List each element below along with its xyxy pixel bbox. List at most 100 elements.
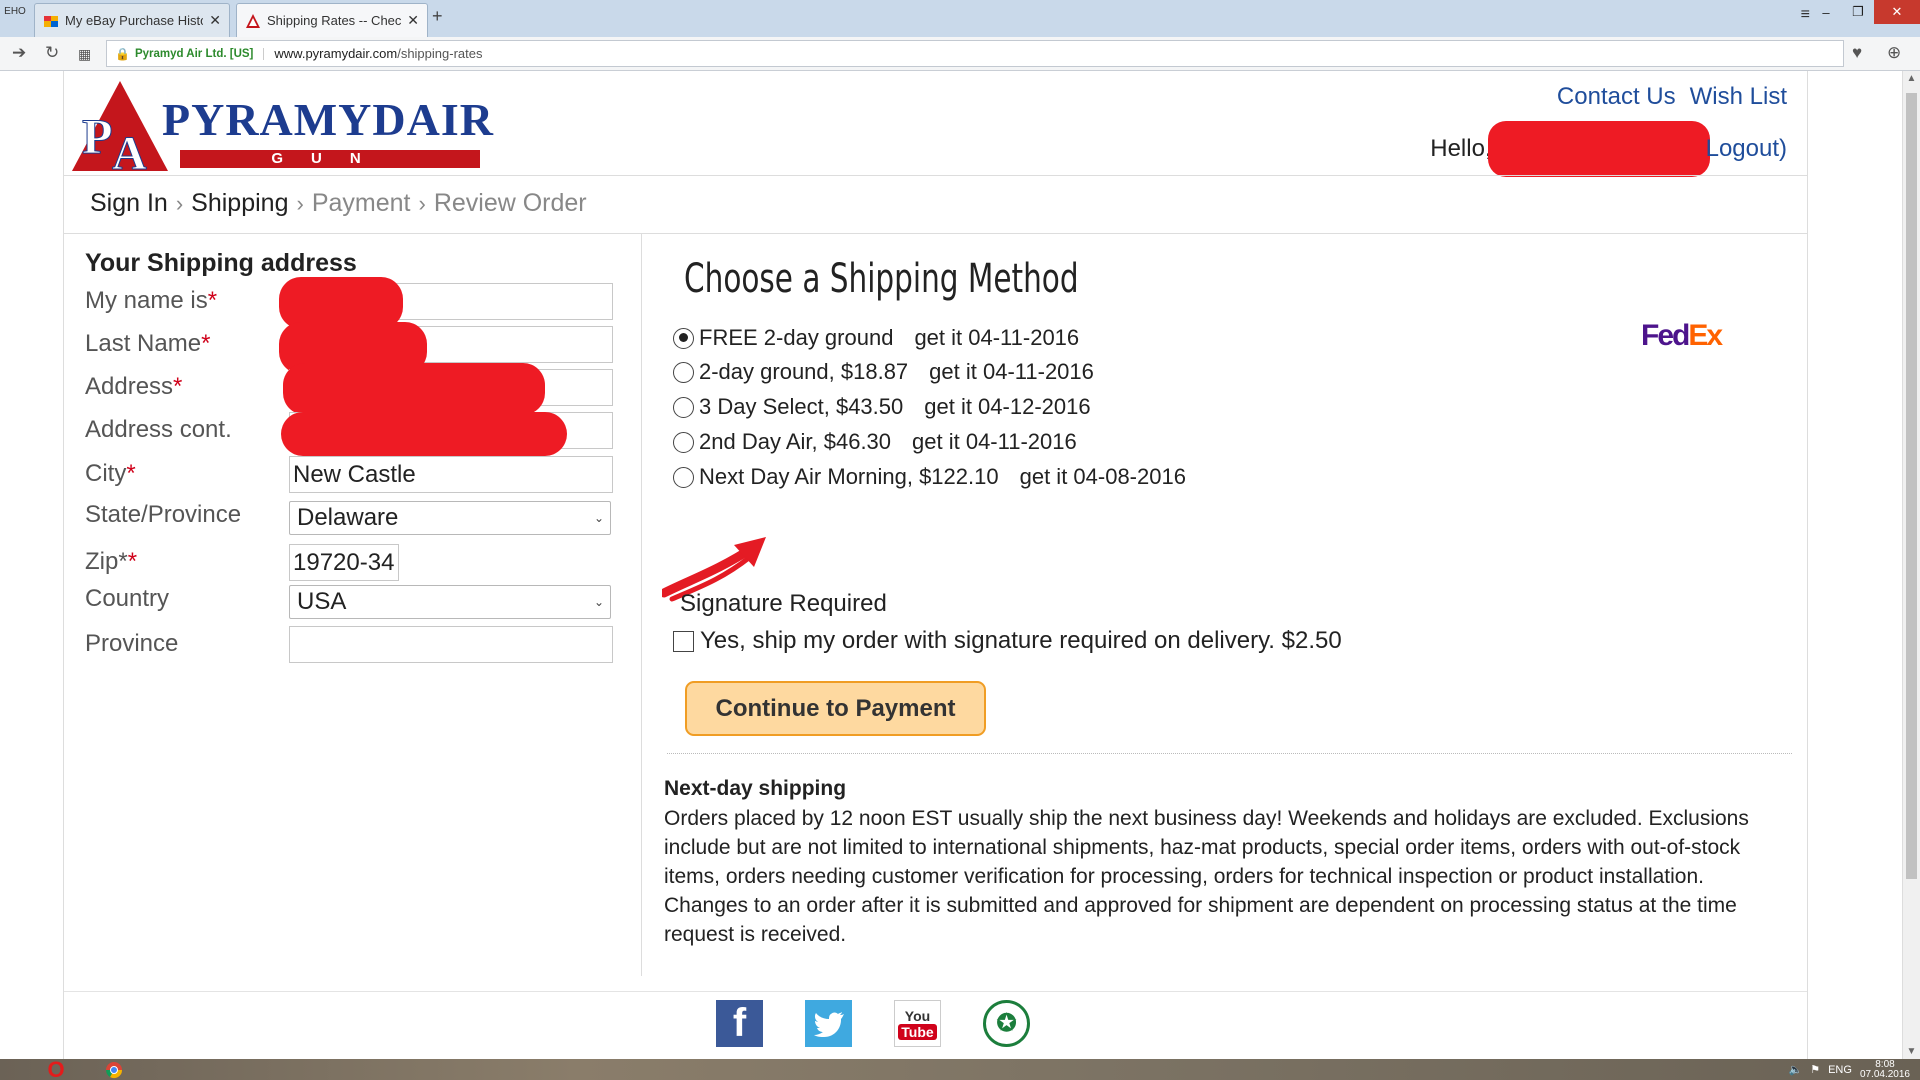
- radio-icon[interactable]: [673, 361, 694, 383]
- url-field[interactable]: 🔒 Pyramyd Air Ltd. [US] www.pyramydair.c…: [106, 40, 1844, 67]
- next-day-paragraph: Changes to an order after it is submitte…: [664, 894, 1737, 946]
- shipping-option[interactable]: 2nd Day Air, $46.30 get it 04-11-2016: [673, 427, 1077, 457]
- contact-us-link[interactable]: Contact Us: [1557, 83, 1676, 111]
- radio-icon[interactable]: [673, 466, 694, 488]
- signature-title: Signature Required: [680, 590, 887, 617]
- city-row: City* New Castle: [85, 456, 613, 494]
- restore-icon[interactable]: ❐: [1842, 0, 1874, 24]
- state-value: Delaware: [297, 504, 399, 531]
- province-row: Province: [85, 626, 613, 664]
- shipping-method-title: Choose a Shipping Method: [684, 256, 1079, 302]
- shipping-option-label: 2-day ground, $18.87: [699, 359, 909, 384]
- scroll-up-icon[interactable]: ▲: [1903, 73, 1920, 84]
- green-badge-icon[interactable]: ✪: [983, 1000, 1030, 1047]
- clock-date: 07.04.2016: [1859, 1068, 1910, 1080]
- page-content: P A PYRAMYDAIR GUN MALL Contact Us Wish …: [63, 71, 1808, 1059]
- side-label: ЕНО: [4, 6, 26, 17]
- brand-name: PYRAMYDAIR: [162, 94, 494, 145]
- shipping-option-date: get it 04-08-2016: [1019, 464, 1186, 489]
- tab-ebay-purchase-history[interactable]: My eBay Purchase History ✕: [34, 3, 230, 37]
- scroll-down-icon[interactable]: ▼: [1903, 1046, 1920, 1057]
- shipping-option[interactable]: Next Day Air Morning, $122.10 get it 04-…: [673, 462, 1186, 492]
- shipping-option-date: get it 04-11-2016: [929, 359, 1094, 384]
- address-cont-label: Address cont.: [85, 416, 232, 443]
- apps-icon[interactable]: ▦: [78, 46, 91, 63]
- clock[interactable]: 8:08 07.04.2016: [1859, 1058, 1910, 1080]
- vertical-scrollbar[interactable]: ▲ ▼: [1902, 71, 1920, 1059]
- heart-icon[interactable]: ♥: [1852, 43, 1862, 63]
- breadcrumb-shipping: Shipping: [191, 189, 289, 217]
- youtube-icon[interactable]: You Tube: [894, 1000, 941, 1047]
- download-icon[interactable]: ⊕: [1887, 43, 1901, 63]
- redacted-username: [1487, 121, 1710, 177]
- logout-link[interactable]: Logout): [1706, 135, 1787, 163]
- shipping-option-label: 2nd Day Air, $46.30: [699, 429, 892, 454]
- breadcrumb-separator-icon: ›: [418, 190, 426, 216]
- city-label: City*: [85, 460, 136, 487]
- tab-close-icon[interactable]: ✕: [407, 12, 419, 29]
- radio-icon[interactable]: [673, 396, 694, 418]
- tab-title: Shipping Rates -- Checkou: [267, 13, 402, 28]
- minimize-icon[interactable]: –: [1810, 0, 1842, 24]
- shipping-option-date: get it 04-11-2016: [912, 429, 1077, 454]
- wish-list-link[interactable]: Wish List: [1690, 83, 1787, 111]
- breadcrumb-sign-in[interactable]: Sign In: [90, 189, 168, 218]
- country-value: USA: [297, 588, 347, 615]
- browser-tab-bar: ЕНО My eBay Purchase History ✕ Shipping …: [0, 0, 1920, 37]
- city-field[interactable]: New Castle: [289, 456, 613, 493]
- radio-icon[interactable]: [673, 431, 694, 453]
- new-tab-icon[interactable]: +: [432, 6, 443, 27]
- state-select[interactable]: Delaware ⌄: [289, 501, 611, 535]
- clock-time: 8:08: [1875, 1058, 1895, 1070]
- tab-menu-icon[interactable]: ≡: [1801, 6, 1810, 24]
- back-icon[interactable]: ➔: [12, 43, 26, 63]
- province-label: Province: [85, 630, 179, 657]
- system-tray: 🔈 ⚑ ENG 8:08 07.04.2016: [1789, 1059, 1910, 1080]
- twitter-bird-icon: [813, 1011, 844, 1037]
- province-field[interactable]: [289, 626, 613, 663]
- next-day-title: Next-day shipping: [664, 777, 847, 800]
- certificate-label: Pyramyd Air Ltd. [US]: [135, 47, 265, 60]
- zip-row: Zip** 19720-34: [85, 544, 605, 582]
- taskbar: O 🔈 ⚑ ENG 8:08 07.04.2016: [0, 1057, 1920, 1080]
- continue-to-payment-button[interactable]: Continue to Payment: [685, 681, 986, 736]
- opera-icon[interactable]: O: [34, 1057, 78, 1080]
- pyramyd-favicon-icon: [246, 13, 260, 28]
- twitter-icon[interactable]: [805, 1000, 852, 1047]
- next-day-description: Orders placed by 12 noon EST usually shi…: [664, 804, 1794, 949]
- ebay-favicon-icon: [44, 15, 58, 27]
- breadcrumb-review-order: Review Order: [433, 189, 587, 217]
- shipping-option[interactable]: 2-day ground, $18.87 get it 04-11-2016: [673, 357, 1094, 387]
- volume-icon[interactable]: 🔈: [1789, 1063, 1803, 1076]
- zip-field[interactable]: 19720-34: [289, 544, 399, 581]
- lang-indicator[interactable]: ENG: [1828, 1064, 1852, 1076]
- signature-option[interactable]: Yes, ship my order with signature requir…: [673, 627, 1342, 655]
- chrome-icon[interactable]: [96, 1059, 132, 1080]
- country-select[interactable]: USA ⌄: [289, 585, 611, 619]
- address-row: Address*: [85, 363, 613, 415]
- divider: [64, 233, 1807, 234]
- fedex-logo: FedEx: [1641, 319, 1723, 352]
- footer-divider: [64, 991, 1807, 992]
- reload-icon[interactable]: ↻: [45, 43, 59, 63]
- pyramydair-logo[interactable]: P A PYRAMYDAIR GUN MALL: [72, 81, 494, 185]
- tab-shipping-rates[interactable]: Shipping Rates -- Checkou ✕: [236, 3, 428, 37]
- shipping-address-title: Your Shipping address: [85, 249, 357, 277]
- tab-close-icon[interactable]: ✕: [209, 12, 221, 29]
- address-bar: ➔ ↻ ▦ 🔒 Pyramyd Air Ltd. [US] www.pyramy…: [0, 37, 1920, 71]
- zip-label: Zip**: [85, 548, 138, 575]
- state-row: State/Province Delaware ⌄: [85, 501, 611, 539]
- checkbox-icon[interactable]: [673, 630, 694, 652]
- radio-selected-icon[interactable]: [673, 327, 694, 349]
- country-row: Country USA ⌄: [85, 585, 611, 623]
- scrollbar-thumb[interactable]: [1906, 93, 1917, 879]
- close-window-icon[interactable]: ✕: [1874, 0, 1920, 24]
- network-icon[interactable]: ⚑: [1810, 1063, 1820, 1076]
- youtube-text-top: You: [904, 1007, 931, 1024]
- facebook-icon[interactable]: f: [716, 1000, 763, 1047]
- greeting: Hello, Logout): [1430, 121, 1787, 177]
- shipping-option[interactable]: 3 Day Select, $43.50 get it 04-12-2016: [673, 392, 1091, 422]
- svg-text:A: A: [112, 127, 147, 173]
- shipping-option-label: Next Day Air Morning, $122.10: [699, 464, 999, 489]
- shipping-option[interactable]: FREE 2-day ground get it 04-11-2016: [673, 323, 1079, 353]
